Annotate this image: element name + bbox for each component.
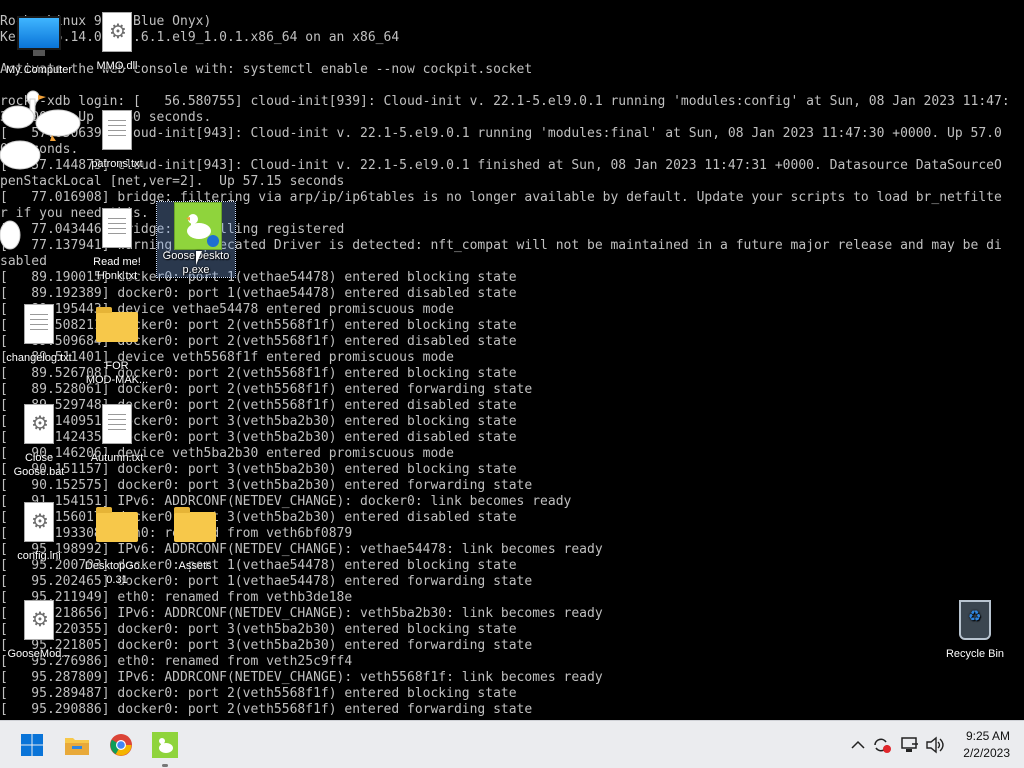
desktop-icon-patrons-txt[interactable]: patrons.txt — [78, 108, 156, 171]
icon-label: DesktopGo... — [84, 560, 150, 572]
taskbar-desktop-goose[interactable] — [147, 727, 183, 767]
console-line: [ 77.016908] bridge: filtering via arp/i… — [0, 190, 1002, 205]
console-line: [ 95.276986] eth0: renamed from veth25c9… — [0, 654, 353, 669]
icon-label: Assets — [178, 560, 212, 572]
desktop-icon-mod-folder[interactable]: FOR MOD-MAK... — [78, 300, 156, 387]
console-line: [ 95.218656] IPv6: ADDRCONF(NETDEV_CHANG… — [0, 606, 603, 621]
taskbar-chrome[interactable] — [103, 727, 139, 763]
goose-app-icon — [174, 202, 222, 250]
console-line: [ 95.287809] IPv6: ADDRCONF(NETDEV_CHANG… — [0, 670, 603, 685]
taskbar: 9:25 AM 2/2/2023 — [0, 720, 1024, 768]
desktop-icon-goose-mod[interactable]: ⚙ GooseMod... — [0, 598, 78, 661]
desktop-icon-assets-folder[interactable]: Assets — [156, 500, 234, 573]
icon-label: FOR — [105, 360, 129, 372]
desktop-icon-mmo-dll[interactable]: ⚙ MMO.dll — [78, 10, 156, 73]
console-line: [ 95.211949] eth0: renamed from vethb3de… — [0, 590, 353, 605]
icon-label: changelog.txt — [6, 352, 72, 364]
text-file-icon — [102, 404, 132, 444]
icon-label-line2: Goose.bat — [13, 466, 65, 478]
icon-label-line2: 0.31 — [106, 574, 128, 586]
desktop-icon-desktop-go-folder[interactable]: DesktopGo... 0.31 — [78, 500, 156, 587]
gear-file-icon: ⚙ — [24, 600, 54, 640]
console-line: [ 95.220355] docker0: port 3(veth5ba2b30… — [0, 622, 517, 637]
icon-label: GooseMod... — [7, 648, 71, 660]
desktop-icon-recycle-bin[interactable]: ♻ Recycle Bin — [936, 598, 1014, 661]
desktop-icon-read-me[interactable]: Read me! Honk.txt — [78, 206, 156, 283]
desktop-icon-config-ini[interactable]: ⚙ config.ini — [0, 500, 78, 563]
folder-icon — [65, 738, 89, 755]
start-button[interactable] — [14, 727, 50, 763]
monitor-icon — [17, 16, 61, 56]
network-icon[interactable] — [899, 735, 921, 755]
text-file-icon — [102, 208, 132, 248]
icon-label-line2: p.exe — [182, 264, 210, 276]
desktop-icon-autumn-txt[interactable]: Autumn.txt — [78, 402, 156, 465]
icon-label: Read me! — [93, 256, 141, 268]
gear-file-icon: ⚙ — [24, 404, 54, 444]
console-line: [ 95.221805] docker0: port 3(veth5ba2b30… — [0, 638, 533, 653]
icon-label: patrons.txt — [91, 158, 143, 170]
clock-time: 9:25 AM — [965, 729, 1010, 743]
folder-icon — [174, 507, 216, 542]
icon-label-line2: Honk.txt — [96, 270, 138, 282]
desktop-icon-changelog[interactable]: changelog.txt — [0, 302, 78, 365]
icon-label: Close — [24, 452, 54, 464]
mouse-pointer-icon — [196, 251, 202, 265]
gear-file-icon: ⚙ — [24, 502, 54, 542]
desktop-icon-my-computer[interactable]: My Computer — [0, 12, 78, 77]
console-line: [ 95.290886] docker0: port 2(veth5568f1f… — [0, 702, 533, 717]
console-line: penStackLocal [net,ver=2]. Up 57.15 seco… — [0, 174, 345, 189]
icon-label: MMO.dll — [96, 60, 138, 72]
taskbar-file-explorer[interactable] — [59, 727, 95, 763]
desktop-icon-close-goose[interactable]: ⚙ Close Goose.bat — [0, 402, 78, 479]
console-line: [ 95.289487] docker0: port 2(veth5568f1f… — [0, 686, 517, 701]
icon-label: Autumn.txt — [90, 452, 144, 464]
sync-alert-icon[interactable] — [871, 735, 893, 755]
desktop-icon-goose-desktop[interactable]: GooseDeskto p.exe — [156, 201, 236, 278]
system-clock[interactable]: 9:25 AM 2/2/2023 — [963, 728, 1010, 762]
gear-file-icon: ⚙ — [102, 12, 132, 52]
chevron-up-icon[interactable] — [847, 735, 869, 755]
goose-app-icon — [152, 732, 178, 758]
running-indicator — [162, 764, 168, 767]
volume-icon[interactable] — [924, 735, 946, 755]
windows-logo-icon — [21, 734, 43, 756]
icon-label: config.ini — [17, 550, 61, 562]
folder-icon — [96, 307, 138, 342]
icon-label-line2: MOD-MAK... — [85, 374, 149, 386]
chrome-icon — [110, 734, 132, 756]
icon-label: Recycle Bin — [945, 648, 1005, 660]
icon-label: My Computer — [5, 64, 73, 76]
folder-icon — [96, 507, 138, 542]
console-line: [ 90.152575] docker0: port 3(veth5ba2b30… — [0, 478, 533, 493]
text-file-icon — [24, 304, 54, 344]
text-file-icon — [102, 110, 132, 150]
clock-date: 2/2/2023 — [963, 746, 1010, 760]
recycle-bin-icon: ♻ — [959, 600, 991, 640]
